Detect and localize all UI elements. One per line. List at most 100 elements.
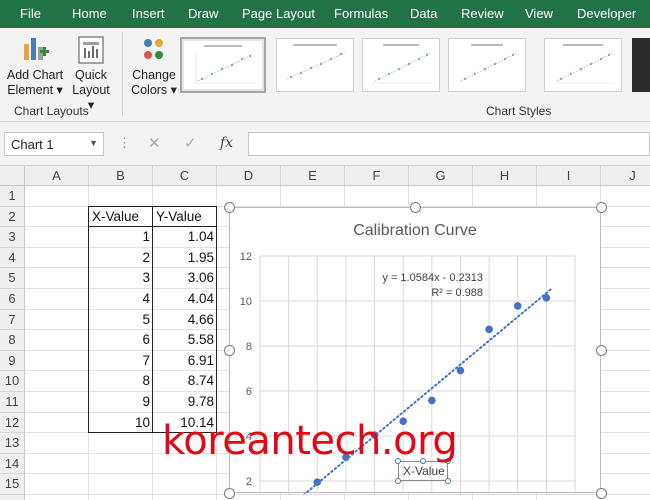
name-box[interactable]: Chart 1 ▼ <box>4 132 104 156</box>
chevron-down-icon[interactable]: ▼ <box>89 138 98 148</box>
menu-file[interactable]: File <box>20 6 41 21</box>
select-all-corner[interactable] <box>0 166 25 186</box>
cell-y-value[interactable]: 4.66 <box>153 310 217 331</box>
row-header-14[interactable]: 14 <box>0 453 25 475</box>
row-header-16[interactable]: 16 <box>0 495 25 500</box>
chart-style-thumbnail-6[interactable] <box>632 38 650 92</box>
selection-handle[interactable] <box>395 478 401 484</box>
trendline-r-squared[interactable]: R² = 0.988 <box>431 287 483 299</box>
row-header-4[interactable]: 4 <box>0 247 25 269</box>
cell-x-value[interactable]: 8 <box>89 371 153 392</box>
formula-input[interactable] <box>248 132 650 156</box>
menu-insert[interactable]: Insert <box>132 6 165 21</box>
menu-bar: File Home Insert Draw Page Layout Formul… <box>0 0 650 28</box>
column-header-c[interactable]: C <box>153 166 217 186</box>
chart-resize-handle-top-right[interactable] <box>596 202 607 213</box>
cell-y-value[interactable]: 9.78 <box>153 392 217 413</box>
chart-title[interactable]: Calibration Curve <box>353 222 477 239</box>
row-header-10[interactable]: 10 <box>0 371 25 392</box>
group-label-chart-styles: Chart Styles <box>486 104 552 118</box>
data-point[interactable] <box>542 294 551 302</box>
trendline-equation[interactable]: y = 1.0584x - 0.2313 <box>382 272 483 284</box>
menu-page-layout[interactable]: Page Layout <box>242 6 315 21</box>
chart-resize-handle-bottom-right[interactable] <box>596 488 607 499</box>
data-point[interactable] <box>456 366 465 375</box>
row-header-11[interactable]: 11 <box>0 392 25 413</box>
chart-style-thumbnail-4[interactable] <box>448 38 526 92</box>
cell-y-value[interactable]: 1.04 <box>153 227 217 248</box>
row-header-2[interactable]: 2 <box>0 206 25 228</box>
row-header-9[interactable]: 9 <box>0 350 25 372</box>
change-colors-button[interactable]: Change Colors ▾ <box>128 32 180 98</box>
cell-x-value[interactable]: 1 <box>89 227 153 248</box>
cancel-icon[interactable]: ✕ <box>148 134 161 152</box>
column-header-f[interactable]: F <box>345 166 409 186</box>
row-header-7[interactable]: 7 <box>0 309 25 331</box>
chart-style-thumbnail-1[interactable] <box>180 37 266 93</box>
cell-x-value[interactable]: 10 <box>89 413 153 434</box>
row-header-1[interactable]: 1 <box>0 186 25 207</box>
chart-resize-handle-top[interactable] <box>410 202 421 213</box>
menu-developer[interactable]: Developer <box>577 6 636 21</box>
column-header-i[interactable]: I <box>537 166 601 186</box>
menu-formulas[interactable]: Formulas <box>334 6 388 21</box>
name-box-value: Chart 1 <box>11 137 54 152</box>
cell-y-value[interactable]: 3.06 <box>153 268 217 289</box>
cell-y-value[interactable]: 4.04 <box>153 289 217 310</box>
row-header-3[interactable]: 3 <box>0 227 25 248</box>
chart-resize-handle-right[interactable] <box>596 345 607 356</box>
add-chart-element-button[interactable]: Add Chart Element ▾ <box>4 32 66 98</box>
chart-style-thumbnail-2[interactable] <box>276 38 354 92</box>
chart-style-preview <box>195 45 256 84</box>
menu-draw[interactable]: Draw <box>188 6 218 21</box>
row-header-8[interactable]: 8 <box>0 330 25 351</box>
cell-x-value[interactable]: 4 <box>89 289 153 310</box>
quick-layout-button[interactable]: Quick Layout ▾ <box>68 32 114 113</box>
cell-x-value[interactable]: 9 <box>89 392 153 413</box>
chart-style-preview <box>373 44 433 84</box>
menu-view[interactable]: View <box>525 6 553 21</box>
table-header-x-value[interactable]: X-Value <box>89 207 153 228</box>
chart-style-thumbnail-5[interactable] <box>544 38 622 92</box>
cell-x-value[interactable]: 7 <box>89 351 153 372</box>
chart-resize-handle-left[interactable] <box>224 345 235 356</box>
more-options-icon: ⋮ <box>118 135 131 150</box>
data-point[interactable] <box>428 396 436 405</box>
x-axis-title: X-Value <box>403 464 445 478</box>
row-header-6[interactable]: 6 <box>0 289 25 310</box>
menu-home[interactable]: Home <box>72 6 107 21</box>
data-point[interactable] <box>513 302 522 310</box>
cell-y-value[interactable]: 8.74 <box>153 371 217 392</box>
row-header-13[interactable]: 13 <box>0 433 25 454</box>
data-point[interactable] <box>313 478 322 486</box>
cell-y-value[interactable]: 6.91 <box>153 351 217 372</box>
x-axis-title-box[interactable]: X-Value <box>398 461 448 481</box>
column-header-g[interactable]: G <box>409 166 473 186</box>
column-header-e[interactable]: E <box>281 166 345 186</box>
column-header-h[interactable]: H <box>473 166 537 186</box>
column-header-a[interactable]: A <box>25 166 89 186</box>
chart-style-thumbnail-3[interactable] <box>362 38 440 92</box>
selection-handle[interactable] <box>445 478 451 484</box>
column-header-b[interactable]: B <box>89 166 153 186</box>
cell-x-value[interactable]: 6 <box>89 330 153 351</box>
chart-resize-handle-bottom-left[interactable] <box>224 488 235 499</box>
column-header-d[interactable]: D <box>217 166 281 186</box>
table-header-y-value[interactable]: Y-Value <box>153 207 217 228</box>
row-header-12[interactable]: 12 <box>0 412 25 434</box>
row-header-15[interactable]: 15 <box>0 474 25 495</box>
cell-x-value[interactable]: 3 <box>89 268 153 289</box>
y-tick-label: 2 <box>246 476 252 488</box>
cell-x-value[interactable]: 2 <box>89 248 153 269</box>
cell-y-value[interactable]: 1.95 <box>153 248 217 269</box>
menu-review[interactable]: Review <box>461 6 504 21</box>
cell-x-value[interactable]: 5 <box>89 310 153 331</box>
row-header-5[interactable]: 5 <box>0 268 25 289</box>
chart-resize-handle-top-left[interactable] <box>224 202 235 213</box>
data-point[interactable] <box>485 325 493 334</box>
column-header-j[interactable]: J <box>601 166 650 186</box>
insert-function-icon[interactable]: fx <box>220 135 233 151</box>
cell-y-value[interactable]: 5.58 <box>153 330 217 351</box>
menu-data[interactable]: Data <box>410 6 437 21</box>
enter-icon[interactable]: ✓ <box>184 134 197 152</box>
